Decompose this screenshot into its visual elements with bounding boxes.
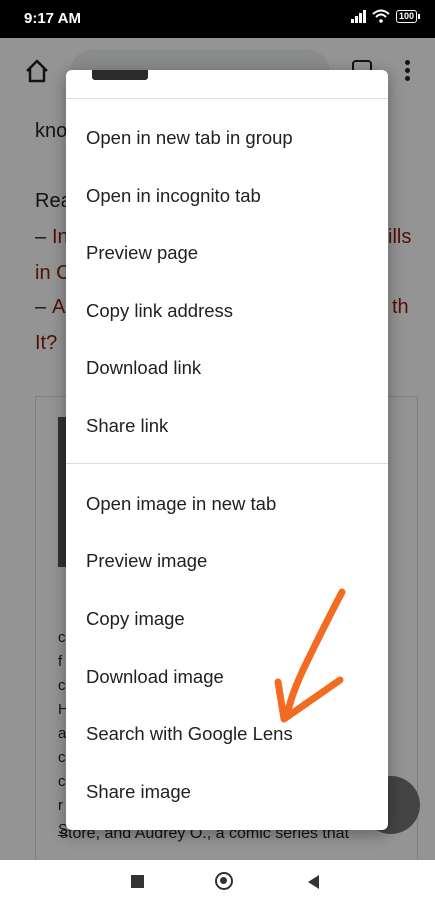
menu-item-download-image[interactable]: Download image [66, 652, 388, 702]
menu-item-copy-image[interactable]: Copy image [66, 594, 388, 644]
menu-header [66, 70, 388, 99]
menu-item-open-in-new-tab-in-group[interactable]: Open in new tab in group [66, 113, 388, 163]
menu-item-copy-link-address[interactable]: Copy link address [66, 286, 388, 336]
status-bar: 9:17 AM 100 [0, 0, 435, 38]
menu-divider [66, 463, 388, 464]
menu-item-open-image-in-new-tab[interactable]: Open image in new tab [66, 479, 388, 529]
menu-item-preview-image[interactable]: Preview image [66, 536, 388, 586]
android-nav-bar [0, 860, 435, 898]
wifi-icon [372, 9, 390, 23]
menu-item-preview-page[interactable]: Preview page [66, 228, 388, 278]
recents-icon[interactable] [131, 875, 144, 888]
battery-icon: 100 [395, 9, 421, 23]
home-nav-icon[interactable] [215, 872, 233, 890]
image-thumbnail [92, 70, 148, 80]
signal-icon [350, 9, 366, 23]
menu-item-search-with-google-lens[interactable]: Search with Google Lens [66, 709, 388, 759]
menu-item-download-link[interactable]: Download link [66, 343, 388, 393]
context-menu: Open in new tab in group Open in incogni… [66, 70, 388, 830]
status-time: 9:17 AM [24, 10, 81, 27]
menu-item-open-in-incognito-tab[interactable]: Open in incognito tab [66, 171, 388, 221]
back-icon[interactable] [308, 875, 319, 889]
status-icons: 100 [350, 9, 421, 23]
menu-item-share-link[interactable]: Share link [66, 401, 388, 451]
menu-item-share-image[interactable]: Share image [66, 767, 388, 817]
